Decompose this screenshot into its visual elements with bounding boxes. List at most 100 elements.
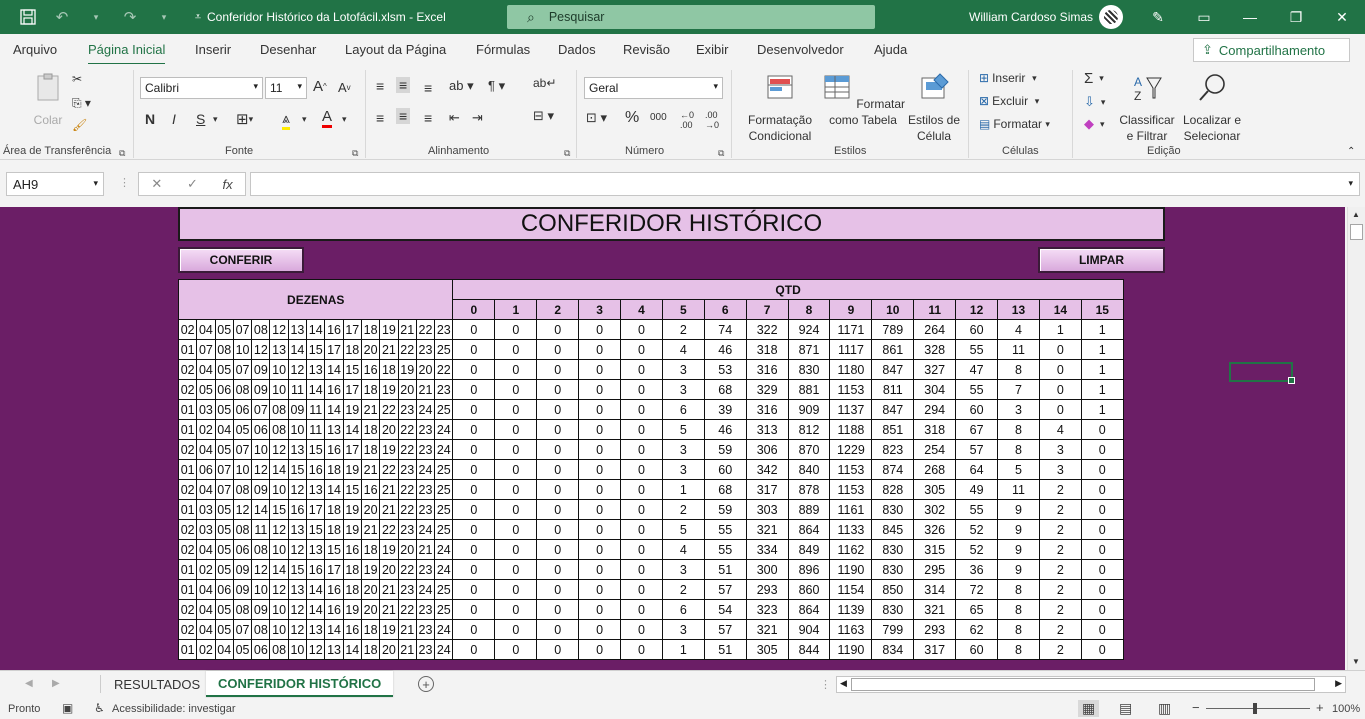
format-cells-button[interactable]: ▤ Formatar ▾ xyxy=(979,117,1050,131)
qtd-cell[interactable]: 68 xyxy=(703,379,747,400)
dezena-cell[interactable]: 15 xyxy=(287,559,308,580)
dezena-cell[interactable]: 22 xyxy=(397,559,417,580)
dezena-cell[interactable]: 10 xyxy=(232,459,253,480)
add-sheet-icon[interactable]: + xyxy=(418,676,434,692)
dezena-cell[interactable]: 06 xyxy=(232,539,253,560)
dezena-cell[interactable]: 03 xyxy=(196,519,216,540)
dezena-cell[interactable]: 15 xyxy=(342,479,362,500)
dezena-cell[interactable]: 13 xyxy=(269,339,289,360)
dezena-cell[interactable]: 11 xyxy=(306,419,326,440)
qtd-cell[interactable]: 0 xyxy=(536,499,580,520)
qtd-cell[interactable]: 46 xyxy=(703,339,747,360)
cancel-icon[interactable]: ✕ xyxy=(151,176,162,192)
qtd-cell[interactable]: 1190 xyxy=(829,559,873,580)
increase-font-icon[interactable]: A ^ xyxy=(313,78,327,95)
qtd-cell[interactable]: 845 xyxy=(871,519,915,540)
dezena-cell[interactable]: 24 xyxy=(415,519,436,540)
dezena-cell[interactable]: 04 xyxy=(196,599,216,620)
dezena-cell[interactable]: 12 xyxy=(287,479,308,500)
dezena-cell[interactable]: 10 xyxy=(269,379,289,400)
undo-dropdown-icon[interactable]: ▾ xyxy=(86,7,106,27)
qtd-cell[interactable]: 0 xyxy=(494,379,538,400)
qtd-cell[interactable]: 328 xyxy=(913,339,957,360)
dezena-cell[interactable]: 04 xyxy=(196,619,216,640)
dezena-cell[interactable]: 14 xyxy=(287,339,308,360)
qtd-cell[interactable]: 874 xyxy=(871,459,915,480)
qtd-cell[interactable]: 302 xyxy=(913,499,957,520)
dezena-cell[interactable]: 18 xyxy=(360,619,381,640)
dezena-cell[interactable]: 22 xyxy=(397,339,417,360)
tab-arquivo[interactable]: Arquivo xyxy=(13,42,57,57)
qtd-cell[interactable]: 0 xyxy=(494,579,538,600)
dezena-cell[interactable]: 15 xyxy=(306,339,326,360)
avatar[interactable] xyxy=(1099,5,1123,29)
dezena-cell[interactable]: 18 xyxy=(342,579,362,600)
dezena-cell[interactable]: 16 xyxy=(324,439,344,460)
qtd-cell[interactable]: 0 xyxy=(1038,379,1082,400)
qtd-cell[interactable]: 0 xyxy=(578,459,622,480)
qtd-cell[interactable]: 0 xyxy=(536,599,580,620)
qtd-cell[interactable]: 889 xyxy=(787,499,831,520)
scroll-left-icon[interactable]: ◀ xyxy=(840,678,847,689)
dezena-cell[interactable]: 20 xyxy=(360,599,381,620)
scroll-down-icon[interactable]: ▼ xyxy=(1352,657,1360,666)
dezena-cell[interactable]: 04 xyxy=(196,479,216,500)
qtd-cell[interactable]: 881 xyxy=(787,379,831,400)
qtd-cell[interactable]: 0 xyxy=(578,559,622,580)
dezena-cell[interactable]: 21 xyxy=(397,639,417,660)
next-sheet-icon[interactable]: ▶ xyxy=(52,678,60,689)
qtd-cell[interactable]: 314 xyxy=(913,579,957,600)
dezena-cell[interactable]: 25 xyxy=(434,339,454,360)
qtd-cell[interactable]: 2 xyxy=(1038,599,1082,620)
dezena-cell[interactable]: 13 xyxy=(324,419,344,440)
dezena-cell[interactable]: 15 xyxy=(269,499,289,520)
qtd-cell[interactable]: 9 xyxy=(997,539,1040,560)
dezena-cell[interactable]: 20 xyxy=(415,359,436,380)
qtd-cell[interactable]: 0 xyxy=(1080,599,1124,620)
qtd-cell[interactable]: 74 xyxy=(703,319,747,340)
dezena-cell[interactable]: 08 xyxy=(232,519,253,540)
qtd-cell[interactable]: 0 xyxy=(536,379,580,400)
comma-style-icon[interactable]: 000 xyxy=(650,112,667,123)
dezena-cell[interactable]: 25 xyxy=(434,499,454,520)
dezena-cell[interactable]: 01 xyxy=(177,419,198,440)
qtd-cell[interactable]: 1137 xyxy=(829,399,873,420)
dezena-cell[interactable]: 20 xyxy=(397,539,417,560)
dezena-cell[interactable]: 05 xyxy=(214,559,234,580)
qtd-cell[interactable]: 0 xyxy=(620,519,663,540)
dezena-cell[interactable]: 18 xyxy=(360,319,381,340)
qtd-cell[interactable]: 5 xyxy=(997,459,1040,480)
zoom-slider[interactable] xyxy=(1206,708,1310,709)
qtd-cell[interactable]: 2 xyxy=(1038,479,1082,500)
align-center-icon[interactable]: ≡ xyxy=(396,108,411,124)
qtd-cell[interactable]: 2 xyxy=(661,579,705,600)
qtd-cell[interactable]: 9 xyxy=(997,559,1040,580)
dezena-cell[interactable]: 21 xyxy=(360,459,381,480)
qtd-cell[interactable]: 64 xyxy=(955,459,999,480)
dezena-cell[interactable]: 23 xyxy=(434,319,454,340)
dezena-cell[interactable]: 02 xyxy=(177,359,198,380)
qtd-cell[interactable]: 52 xyxy=(955,539,999,560)
qtd-cell[interactable]: 1188 xyxy=(829,419,873,440)
dezena-cell[interactable]: 08 xyxy=(269,639,289,660)
qtd-cell[interactable]: 2 xyxy=(1038,539,1082,560)
dezena-cell[interactable]: 08 xyxy=(232,379,253,400)
qtd-cell[interactable]: 0 xyxy=(620,539,663,560)
dezena-cell[interactable]: 16 xyxy=(324,579,344,600)
dezena-cell[interactable]: 15 xyxy=(306,439,326,460)
dezena-cell[interactable]: 21 xyxy=(360,519,381,540)
dezena-cell[interactable]: 24 xyxy=(415,459,436,480)
qtd-cell[interactable]: 0 xyxy=(1080,539,1124,560)
qtd-cell[interactable]: 909 xyxy=(787,399,831,420)
dezena-cell[interactable]: 18 xyxy=(342,559,362,580)
qtd-cell[interactable]: 0 xyxy=(620,339,663,360)
qtd-cell[interactable]: 3 xyxy=(661,459,705,480)
dezena-cell[interactable]: 16 xyxy=(287,499,308,520)
format-as-table-button[interactable]: Formatar como Tabela xyxy=(820,72,906,128)
insert-function-icon[interactable]: fx xyxy=(223,177,233,192)
dezena-cell[interactable]: 01 xyxy=(177,499,198,520)
dezena-cell[interactable]: 22 xyxy=(379,459,399,480)
dezena-cell[interactable]: 23 xyxy=(415,559,436,580)
qtd-cell[interactable]: 850 xyxy=(871,579,915,600)
qtd-cell[interactable]: 834 xyxy=(871,639,915,660)
